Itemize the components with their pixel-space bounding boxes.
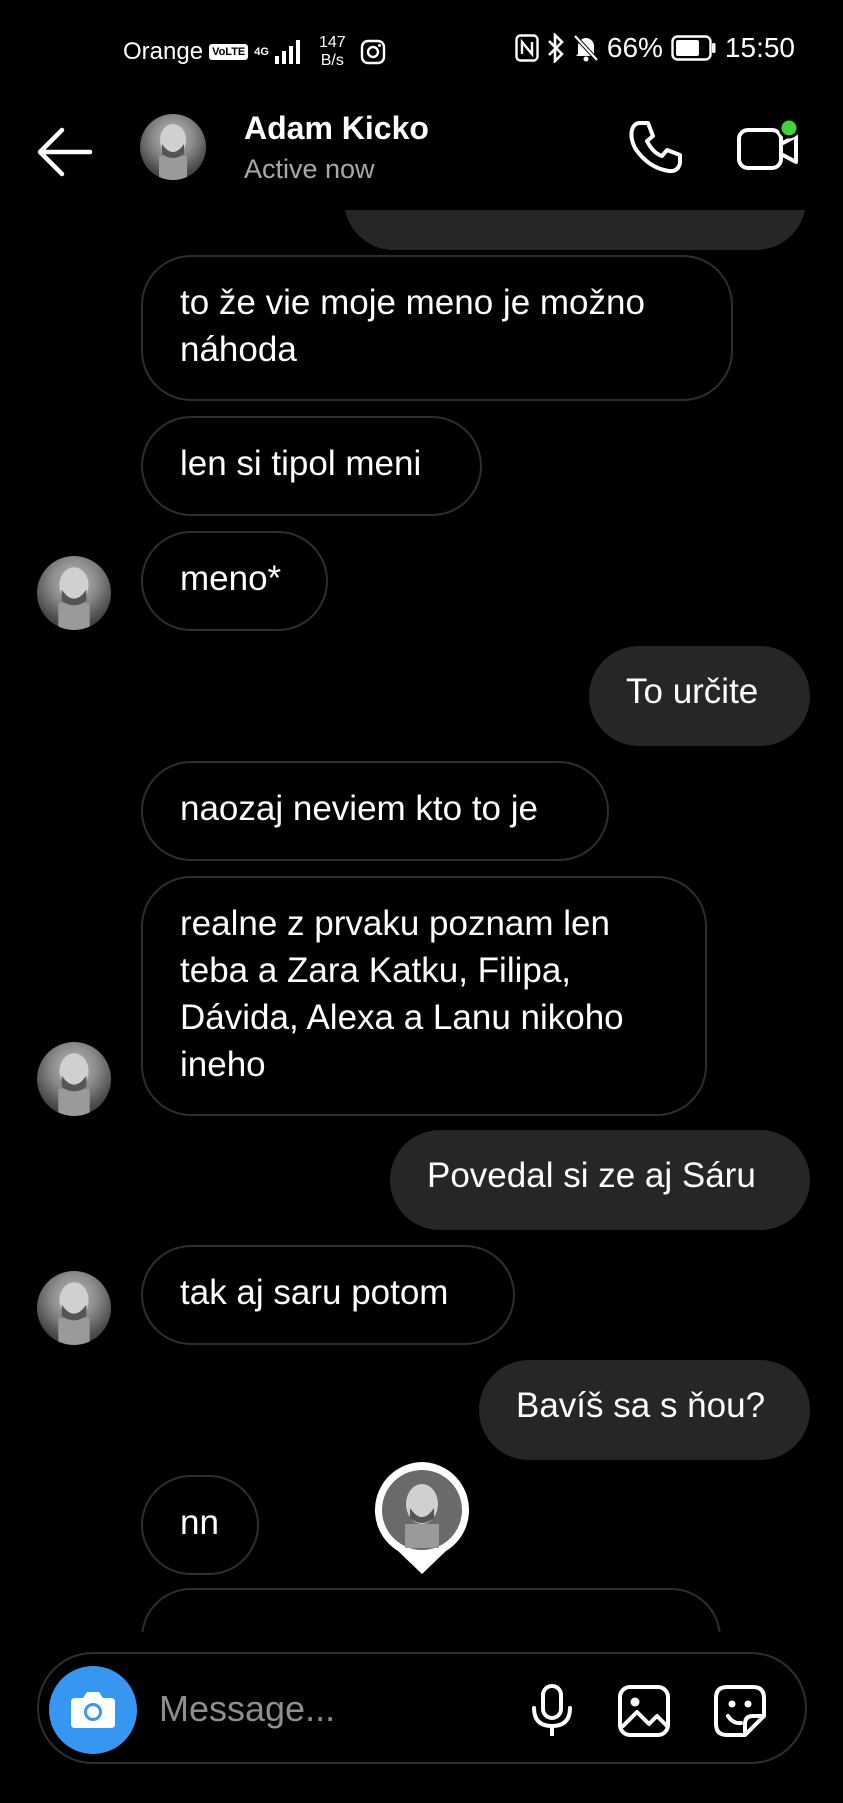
network-type: 4G xyxy=(254,45,269,58)
message-bubble-cutoff xyxy=(344,210,806,250)
message-bubble-received[interactable]: nn xyxy=(141,1475,259,1575)
message-thread[interactable]: to že vie moje meno je možno náhoda len … xyxy=(0,210,843,1632)
carrier-label: Orange xyxy=(123,38,204,65)
message-bubble-sent[interactable]: Bavíš sa s ňou? xyxy=(479,1360,810,1460)
message-bubble-sent[interactable]: To určite xyxy=(589,646,810,746)
mute-bell-icon xyxy=(573,34,599,62)
volte-badge: VoLTE xyxy=(209,44,249,60)
message-bubble-received[interactable]: to že vie moje meno je možno náhoda xyxy=(141,255,733,401)
nfc-icon xyxy=(515,34,539,62)
status-right: 66% 15:50 xyxy=(515,32,795,64)
message-bubble-received[interactable]: realne z prvaku poznam len teba a Zara K… xyxy=(141,876,707,1116)
message-bubble-received[interactable]: tak aj saru potom xyxy=(141,1245,515,1345)
sender-avatar[interactable] xyxy=(37,556,111,630)
battery-icon xyxy=(671,35,716,61)
network-speed-unit: B/s xyxy=(320,52,344,69)
contact-avatar[interactable] xyxy=(140,114,206,180)
avatar-pin-icon xyxy=(374,1462,470,1574)
message-bubble-received[interactable]: len si tipol meni xyxy=(141,416,482,516)
camera-icon xyxy=(71,1692,115,1728)
gallery-icon[interactable] xyxy=(617,1684,671,1738)
clock: 15:50 xyxy=(724,32,795,63)
sender-avatar[interactable] xyxy=(37,1271,111,1345)
sticker-icon[interactable] xyxy=(713,1684,767,1738)
phone-icon[interactable] xyxy=(626,118,684,176)
battery-percent: 66% xyxy=(606,32,663,63)
instagram-icon xyxy=(360,39,385,65)
avatar-face-icon xyxy=(58,1053,90,1116)
status-bar: Orange VoLTE 4G 147 B/s 66% 15:50 xyxy=(0,0,843,98)
avatar-face-icon xyxy=(58,1282,90,1345)
bluetooth-icon xyxy=(547,33,564,63)
avatar-face-icon xyxy=(58,567,90,630)
message-bubble-received[interactable]: meno* xyxy=(141,531,328,631)
video-call-icon[interactable] xyxy=(736,116,800,174)
message-bubble-received[interactable]: naozaj neviem kto to je xyxy=(141,761,609,861)
signal-icon xyxy=(274,40,300,64)
message-bubble-cutoff xyxy=(141,1588,721,1632)
microphone-icon[interactable] xyxy=(527,1684,577,1738)
chat-header: Adam Kicko Active now xyxy=(0,98,843,210)
back-arrow-icon[interactable] xyxy=(36,126,94,178)
status-left: Orange VoLTE 4G 147 B/s xyxy=(123,34,386,70)
network-speed-value: 147 xyxy=(318,34,346,51)
typing-avatar-pin xyxy=(372,1460,472,1576)
message-composer: Message... xyxy=(37,1652,807,1764)
camera-button[interactable] xyxy=(49,1666,137,1754)
network-speed: 147 B/s xyxy=(319,34,346,70)
contact-status: Active now xyxy=(244,154,375,184)
avatar-face-icon xyxy=(159,124,187,180)
sender-avatar[interactable] xyxy=(37,1042,111,1116)
contact-name[interactable]: Adam Kicko xyxy=(244,110,429,147)
message-input[interactable]: Message... xyxy=(159,1688,335,1730)
message-bubble-sent[interactable]: Povedal si ze aj Sáru xyxy=(390,1130,810,1230)
